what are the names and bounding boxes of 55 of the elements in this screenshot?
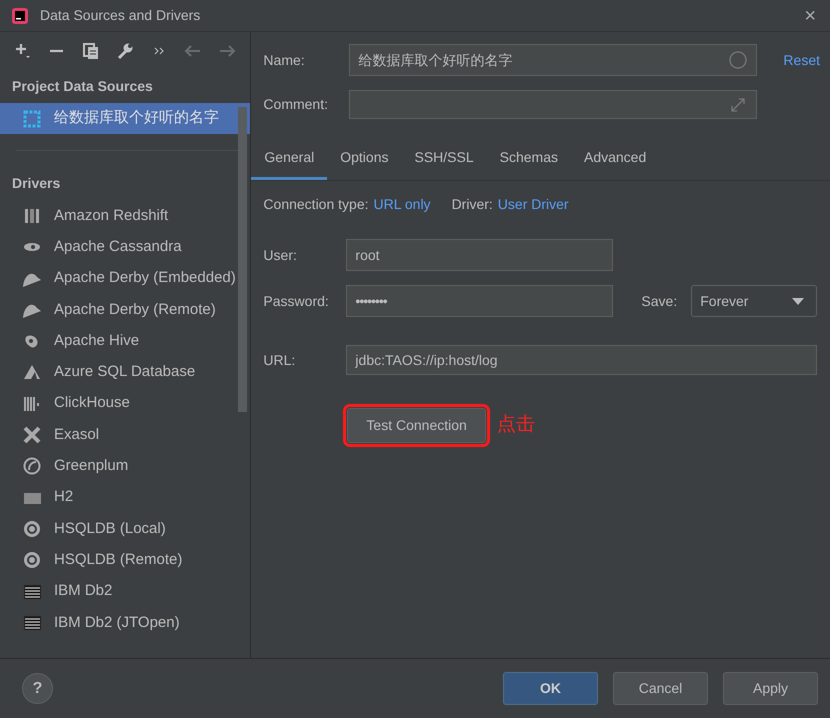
dialog-button[interactable]: Apply: [723, 672, 818, 705]
driver-item[interactable]: Azure SQL Database: [0, 356, 250, 388]
dialog-button[interactable]: OK: [503, 672, 598, 705]
field-label: Driver:: [452, 195, 493, 214]
tab[interactable]: Schemas: [486, 141, 571, 180]
scrollbar[interactable]: [238, 107, 248, 412]
database-icon: [22, 108, 42, 129]
reset-link[interactable]: Reset: [783, 50, 820, 70]
driver-item[interactable]: Apache Derby (Remote): [0, 294, 250, 326]
driver-item[interactable]: Apache Cassandra: [0, 232, 250, 263]
driver-item[interactable]: H2: [0, 482, 250, 514]
driver-item[interactable]: Exasol: [0, 419, 250, 451]
tab[interactable]: SSH/SSL: [401, 141, 487, 180]
connection-type-link[interactable]: URL only: [374, 194, 431, 215]
close-button[interactable]: ×: [800, 6, 820, 26]
section-heading: Project Data Sources: [11, 77, 154, 96]
field-label: Comment:: [263, 95, 329, 114]
driver-item[interactable]: Apache Derby (Embedded): [0, 262, 250, 294]
field-label: User:: [263, 246, 298, 264]
window-title: Data Sources and Drivers: [40, 6, 202, 25]
x-mark-icon: [22, 425, 42, 446]
field-label: Name:: [263, 50, 306, 70]
tab[interactable]: General: [251, 141, 328, 180]
add-icon[interactable]: [13, 41, 33, 61]
wrench-icon[interactable]: [115, 41, 135, 61]
user-field[interactable]: root: [346, 239, 614, 271]
field-label: Password:: [263, 292, 330, 310]
circle-swirl-icon: [22, 456, 42, 476]
driver-link[interactable]: User Driver: [498, 194, 569, 215]
save-dropdown[interactable]: Forever: [691, 285, 818, 317]
dialog-button[interactable]: Cancel: [613, 672, 708, 705]
tab[interactable]: Advanced: [570, 141, 660, 180]
app-logo-icon: [10, 6, 30, 26]
field-label: Connection type:: [263, 195, 368, 214]
driver-item[interactable]: HSQLDB (Local): [0, 513, 250, 545]
field-label: Save:: [641, 292, 678, 310]
data-source-item[interactable]: 给数据库取个好听的名字: [0, 103, 250, 134]
driver-item[interactable]: Apache Hive: [0, 325, 250, 357]
driver-item[interactable]: IBM Db2: [0, 576, 250, 608]
driver-item[interactable]: HSQLDB (Remote): [0, 544, 250, 576]
comment-field[interactable]: [349, 90, 758, 119]
section-heading: Drivers: [11, 174, 62, 194]
password-field[interactable]: ••••••••: [346, 285, 614, 317]
circle-icon: [728, 50, 748, 70]
url-field[interactable]: jdbc:TAOS://ip:host/log: [346, 345, 818, 375]
driver-item[interactable]: Amazon Redshift: [0, 200, 250, 232]
driver-item[interactable]: IBM Db2 (JTOpen): [0, 607, 250, 638]
copy-icon[interactable]: [81, 41, 101, 61]
name-field[interactable]: 给数据库取个好听的名字: [349, 44, 758, 76]
driver-item[interactable]: Greenplum: [0, 450, 250, 482]
driver-item[interactable]: ClickHouse: [0, 388, 250, 420]
annotation-text: 点击: [496, 413, 535, 438]
field-label: URL:: [263, 350, 296, 370]
tab[interactable]: Options: [327, 141, 402, 180]
help-button[interactable]: ?: [22, 673, 53, 704]
